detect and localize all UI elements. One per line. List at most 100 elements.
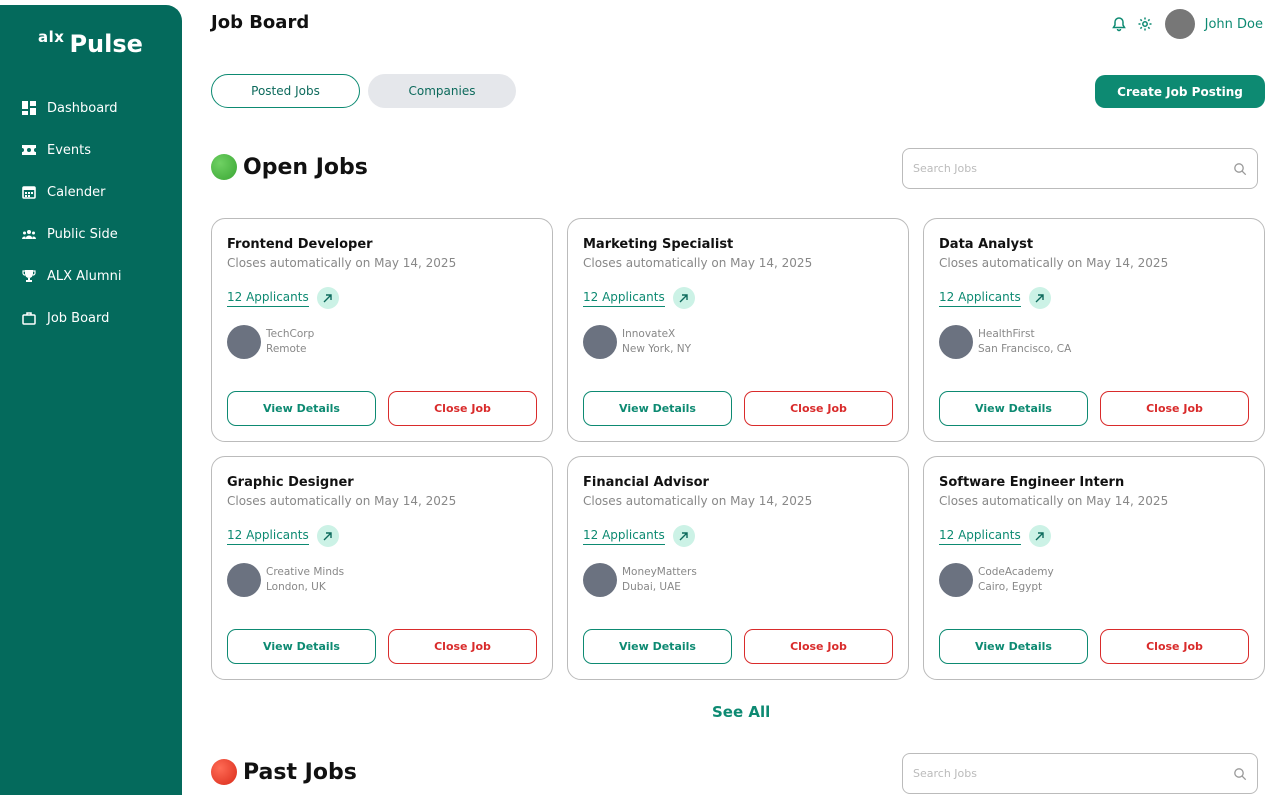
people-icon xyxy=(22,230,36,239)
sidebar-item-public-side[interactable]: Public Side xyxy=(22,213,121,255)
applicants-link[interactable]: 12 Applicants xyxy=(939,528,1021,545)
sidebar-item-dashboard[interactable]: Dashboard xyxy=(22,87,121,129)
sidebar-item-alx-alumni[interactable]: ALX Alumni xyxy=(22,255,121,297)
view-details-button[interactable]: View Details xyxy=(227,391,376,426)
search-icon[interactable] xyxy=(1233,162,1247,176)
page-title: Job Board xyxy=(211,12,310,33)
close-job-button[interactable]: Close Job xyxy=(744,629,893,664)
past-jobs-search-input[interactable] xyxy=(913,767,1233,780)
applicants-link[interactable]: 12 Applicants xyxy=(939,290,1021,307)
create-job-posting-button[interactable]: Create Job Posting xyxy=(1095,75,1265,108)
user-name[interactable]: John Doe xyxy=(1205,17,1263,32)
tab-posted-jobs[interactable]: Posted Jobs xyxy=(211,74,360,108)
tab-companies[interactable]: Companies xyxy=(368,74,516,108)
past-jobs-heading: Past Jobs xyxy=(211,759,357,785)
user-toolbar: John Doe xyxy=(1111,9,1263,39)
sidebar-item-label: Calender xyxy=(47,184,106,200)
sidebar-item-events[interactable]: Events xyxy=(22,129,121,171)
company-location: Remote xyxy=(266,343,307,355)
close-job-button[interactable]: Close Job xyxy=(388,629,537,664)
company-info: MoneyMatters Dubai, UAE xyxy=(583,563,893,597)
app-logo[interactable]: alx Pulse xyxy=(38,25,143,58)
applicants-link[interactable]: 12 Applicants xyxy=(227,528,309,545)
main-content: Job Board John Doe Posted Jobs Companies… xyxy=(182,0,1280,794)
applicants-link[interactable]: 12 Applicants xyxy=(227,290,309,307)
open-jobs-title: Open Jobs xyxy=(243,154,368,180)
sidebar-item-label: Public Side xyxy=(47,226,118,242)
sidebar-item-label: Dashboard xyxy=(47,100,118,116)
job-close-date: Closes automatically on May 14, 2025 xyxy=(583,256,813,270)
company-name: InnovateX xyxy=(622,328,676,340)
view-details-button[interactable]: View Details xyxy=(583,391,732,426)
company-location: San Francisco, CA xyxy=(978,343,1072,355)
see-all-link[interactable]: See All xyxy=(712,703,770,721)
company-location: London, UK xyxy=(266,581,326,593)
bell-icon[interactable] xyxy=(1111,16,1127,32)
job-title: Marketing Specialist xyxy=(583,237,734,252)
job-close-date: Closes automatically on May 14, 2025 xyxy=(227,256,457,270)
sidebar-item-label: Events xyxy=(47,142,92,158)
company-name: TechCorp xyxy=(266,328,315,340)
company-location: New York, NY xyxy=(622,343,692,355)
view-tabs: Posted Jobs Companies xyxy=(211,74,516,108)
job-card: Frontend Developer Closes automatically … xyxy=(211,218,553,442)
arrow-up-right-icon[interactable] xyxy=(672,525,695,547)
arrow-up-right-icon[interactable] xyxy=(316,287,339,309)
arrow-up-right-icon[interactable] xyxy=(672,287,695,309)
sidebar-item-label: ALX Alumni xyxy=(47,268,122,284)
company-avatar xyxy=(939,325,973,359)
company-name: CodeAcademy xyxy=(978,566,1054,578)
applicants-row: 12 Applicants xyxy=(227,525,537,547)
applicants-link[interactable]: 12 Applicants xyxy=(583,528,665,545)
company-avatar xyxy=(583,563,617,597)
view-details-button[interactable]: View Details xyxy=(227,629,376,664)
logo-name: Pulse xyxy=(69,30,143,58)
green-circle-icon xyxy=(211,154,237,180)
close-job-button[interactable]: Close Job xyxy=(1100,391,1249,426)
job-card: Graphic Designer Closes automatically on… xyxy=(211,456,553,680)
view-details-button[interactable]: View Details xyxy=(939,629,1088,664)
applicants-row: 12 Applicants xyxy=(227,287,537,309)
past-jobs-title: Past Jobs xyxy=(243,759,357,785)
company-avatar xyxy=(583,325,617,359)
company-info: Creative Minds London, UK xyxy=(227,563,537,597)
job-close-date: Closes automatically on May 14, 2025 xyxy=(939,494,1169,508)
company-name: Creative Minds xyxy=(266,566,345,578)
past-jobs-search xyxy=(902,753,1258,794)
dashboard-icon xyxy=(22,101,36,115)
open-jobs-heading: Open Jobs xyxy=(211,154,368,180)
job-title: Graphic Designer xyxy=(227,475,354,490)
arrow-up-right-icon[interactable] xyxy=(1028,287,1051,309)
view-details-button[interactable]: View Details xyxy=(583,629,732,664)
company-name: MoneyMatters xyxy=(622,566,697,578)
search-icon[interactable] xyxy=(1233,767,1247,781)
arrow-up-right-icon[interactable] xyxy=(1028,525,1051,547)
job-title: Data Analyst xyxy=(939,237,1034,252)
open-jobs-grid: Frontend Developer Closes automatically … xyxy=(211,218,1265,680)
arrow-up-right-icon[interactable] xyxy=(316,525,339,547)
open-jobs-search xyxy=(902,148,1258,189)
gear-icon[interactable] xyxy=(1137,16,1153,32)
job-close-date: Closes automatically on May 14, 2025 xyxy=(939,256,1169,270)
close-job-button[interactable]: Close Job xyxy=(388,391,537,426)
open-jobs-search-input[interactable] xyxy=(913,162,1233,175)
company-info: HealthFirst San Francisco, CA xyxy=(939,325,1249,359)
sidebar-item-label: Job Board xyxy=(47,310,110,326)
close-job-button[interactable]: Close Job xyxy=(744,391,893,426)
company-avatar xyxy=(227,325,261,359)
sidebar-item-job-board[interactable]: Job Board xyxy=(22,297,121,339)
sidebar-item-calender[interactable]: Calender xyxy=(22,171,121,213)
job-title: Frontend Developer xyxy=(227,237,373,252)
company-location: Dubai, UAE xyxy=(622,581,681,593)
company-info: CodeAcademy Cairo, Egypt xyxy=(939,563,1249,597)
view-details-button[interactable]: View Details xyxy=(939,391,1088,426)
red-circle-icon xyxy=(211,759,237,785)
applicants-row: 12 Applicants xyxy=(939,287,1249,309)
trophy-icon xyxy=(22,270,36,282)
user-avatar[interactable] xyxy=(1164,9,1195,39)
close-job-button[interactable]: Close Job xyxy=(1100,629,1249,664)
applicants-link[interactable]: 12 Applicants xyxy=(583,290,665,307)
job-title: Financial Advisor xyxy=(583,475,709,490)
job-card: Software Engineer Intern Closes automati… xyxy=(923,456,1265,680)
ticket-icon xyxy=(22,145,36,155)
